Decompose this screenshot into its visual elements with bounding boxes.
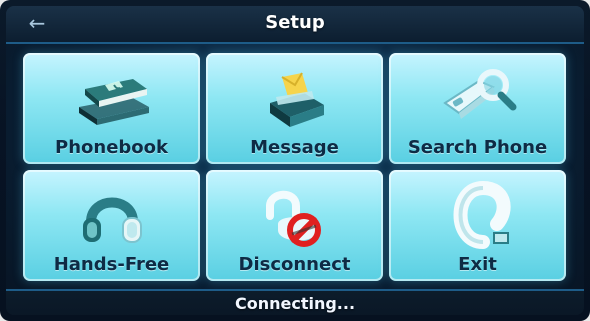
device-frame: ← Setup Phonebook Message Search Phone H… bbox=[0, 0, 590, 321]
disconnect-icon bbox=[265, 190, 321, 247]
phonebook-button[interactable]: Phonebook bbox=[23, 53, 200, 164]
screen: ← Setup Phonebook Message Search Phone H… bbox=[6, 6, 584, 315]
disconnect-label: Disconnect bbox=[238, 254, 351, 275]
connection-status: Connecting... bbox=[234, 294, 356, 313]
page-title: Setup bbox=[265, 12, 325, 33]
top-bar: ← Setup bbox=[6, 6, 584, 44]
phonebook-icon bbox=[78, 79, 149, 125]
hands-free-label: Hands-Free bbox=[53, 254, 170, 275]
message-button[interactable]: Message bbox=[206, 53, 383, 164]
message-label: Message bbox=[250, 137, 339, 158]
exit-button[interactable]: Exit bbox=[389, 170, 566, 281]
headphones-icon bbox=[82, 197, 142, 243]
phonebook-label: Phonebook bbox=[55, 137, 168, 158]
exit-label: Exit bbox=[458, 254, 497, 275]
message-icon bbox=[269, 72, 324, 127]
status-bar: Connecting... bbox=[6, 289, 584, 315]
hands-free-button[interactable]: Hands-Free bbox=[23, 170, 200, 281]
disconnect-button[interactable]: Disconnect bbox=[206, 170, 383, 281]
search-phone-icon bbox=[442, 69, 516, 119]
menu-grid: Phonebook Message Search Phone Hands-Fre… bbox=[20, 50, 570, 285]
search-phone-label: Search Phone bbox=[407, 137, 548, 158]
search-phone-button[interactable]: Search Phone bbox=[389, 53, 566, 164]
exit-icon bbox=[453, 180, 511, 249]
